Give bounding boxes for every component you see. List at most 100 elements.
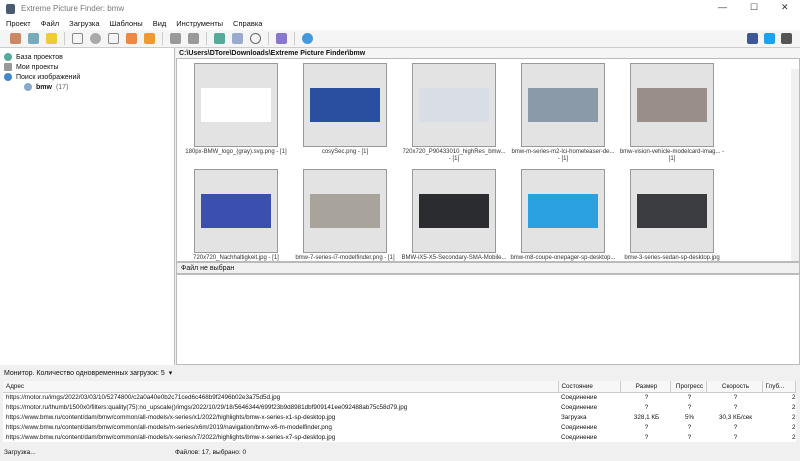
thumbnail-grid: 180px-BMW_logo_(gray).svg.png - [1]cosyS…: [176, 58, 800, 262]
record-icon[interactable]: [250, 33, 261, 44]
thumbnail-item[interactable]: 180px-BMW_logo_(gray).svg.png - [1]: [183, 63, 289, 156]
thumbnail-item[interactable]: bmw-vision-vehicle-modelcard-imag... - […: [619, 63, 725, 163]
download-icon[interactable]: [144, 33, 155, 44]
scrollbar[interactable]: [791, 69, 799, 262]
files-count: Файлов: 17, выбрано: 0: [175, 449, 246, 456]
tree-item-my-projects[interactable]: Мои проекты: [4, 62, 170, 72]
thumbnail-image: [303, 63, 387, 147]
status-bar: Загрузка... Файлов: 17, выбрано: 0: [0, 446, 800, 458]
thumbnail-item[interactable]: bmw-7-series-i7-modelfinder.png - [1]: [292, 169, 398, 262]
thumbnail-item[interactable]: cosySec.png - [1]: [292, 63, 398, 156]
download-cell: ?: [620, 402, 670, 412]
thumbnail-image: [630, 169, 714, 253]
download-cell: Загрузка: [558, 412, 620, 422]
separator: [268, 32, 269, 45]
separator: [206, 32, 207, 45]
download-cell: Соединение: [558, 392, 620, 402]
download-cell: ?: [706, 392, 762, 402]
download-cell: 328,1 КБ: [620, 412, 670, 422]
thumbnail-item[interactable]: 720x720_Nachhaltigkeit.jpg - [1]: [183, 169, 289, 262]
filter-icon[interactable]: [170, 33, 181, 44]
download-cell: Соединение: [558, 422, 620, 432]
menu-help[interactable]: Справка: [233, 19, 262, 28]
view-mode-icon[interactable]: [232, 33, 243, 44]
menu-file[interactable]: Файл: [41, 19, 59, 28]
column-speed[interactable]: Скорость: [706, 381, 762, 392]
column-progress[interactable]: Прогресс: [670, 381, 706, 392]
download-cell: 2: [762, 392, 796, 402]
download-row[interactable]: https://motor.ru/thumb/1500x0/filters:qu…: [3, 402, 796, 412]
app-logo-icon: [6, 4, 15, 14]
download-row[interactable]: https://www.bmw.ru/content/dam/bmw/commo…: [3, 412, 796, 422]
thumbnail-caption: bmw-m-series-m2-lci-hometeaser-de... - […: [510, 149, 616, 163]
thumbnail-item[interactable]: bmw-m-series-m2-lci-hometeaser-de... - […: [510, 63, 616, 163]
gallery-icon[interactable]: [276, 33, 287, 44]
comment-icon[interactable]: [46, 33, 57, 44]
menu-project[interactable]: Проект: [6, 19, 31, 28]
download-row[interactable]: https://www.bmw.ru/content/dam/bmw/commo…: [3, 432, 796, 442]
separator: [294, 32, 295, 45]
download-cell: 2: [762, 402, 796, 412]
download-cell: ?: [670, 392, 706, 402]
close-button[interactable]: ✕: [781, 2, 789, 13]
menu-templates[interactable]: Шаблоны: [110, 19, 143, 28]
column-address[interactable]: Адрес: [3, 381, 558, 392]
download-monitor-header[interactable]: Монитор. Количество одновременных загруз…: [0, 366, 800, 380]
help-icon[interactable]: [302, 33, 313, 44]
edit-project-icon[interactable]: [10, 33, 21, 44]
database-icon: [4, 53, 12, 61]
tree-item-bmw[interactable]: bmw(17): [4, 82, 170, 92]
tree-item-project-base[interactable]: База проектов: [4, 52, 170, 62]
column-status[interactable]: Состояние: [558, 381, 620, 392]
column-size[interactable]: Размер: [620, 381, 670, 392]
thumbnail-caption: bmw-3-series-sedan-sp-desktop.jpg: [619, 255, 725, 262]
share-icon[interactable]: [781, 33, 792, 44]
play-icon[interactable]: [72, 33, 83, 44]
download-cell: ?: [620, 432, 670, 442]
folder-path: C:\Users\DTore\Downloads\Extreme Picture…: [176, 48, 800, 58]
globe-icon: [4, 73, 12, 81]
thumbnail-item[interactable]: BMW-iX5-X5-Secondary-SMA-Mobile...: [401, 169, 507, 262]
thumbnail-image: [412, 63, 496, 147]
tools-icon[interactable]: [28, 33, 39, 44]
download-cell: 2: [762, 422, 796, 432]
download-cell: Соединение: [558, 432, 620, 442]
menu-download[interactable]: Загрузка: [69, 19, 99, 28]
download-cell: ?: [670, 432, 706, 442]
minimize-button[interactable]: —: [718, 2, 727, 12]
download-cell: ?: [706, 422, 762, 432]
thumbnail-caption: BMW-iX5-X5-Secondary-SMA-Mobile...: [401, 255, 507, 262]
thumbnail-image: [412, 169, 496, 253]
step-icon[interactable]: [108, 33, 119, 44]
thumbnail-item[interactable]: bmw-3-series-sedan-sp-desktop.jpg: [619, 169, 725, 262]
status-text: Загрузка...: [0, 449, 175, 456]
download-row[interactable]: https://www.bmw.ru/content/dam/bmw/commo…: [3, 422, 796, 432]
download-cell: https://motor.ru/thumb/1500x0/filters:qu…: [3, 402, 558, 412]
download-cell: ?: [706, 432, 762, 442]
search-icon: [24, 83, 32, 91]
menu-view[interactable]: Вид: [153, 19, 167, 28]
thumbnail-item[interactable]: 720x720_P90433010_highRes_bmw... - [1]: [401, 63, 507, 163]
settings-icon[interactable]: [90, 33, 101, 44]
dropdown-arrow-icon[interactable]: ▾: [169, 369, 173, 377]
column-depth[interactable]: Глуб...: [762, 381, 796, 392]
tree-item-image-search[interactable]: Поиск изображений: [4, 72, 170, 82]
title-bar: Extreme Picture Finder: bmw: [0, 0, 800, 17]
download-cell: Соединение: [558, 402, 620, 412]
twitter-icon[interactable]: [764, 33, 775, 44]
download-row[interactable]: https://motor.ru/imgs/2022/03/03/10/5274…: [3, 392, 796, 402]
download-cell: https://www.bmw.ru/content/dam/bmw/commo…: [3, 432, 558, 442]
thumbnail-item[interactable]: bmw-m8-coupe-onepager-sp-desktop...: [510, 169, 616, 262]
menu-tools[interactable]: Инструменты: [176, 19, 223, 28]
thumbnail-image: [194, 169, 278, 253]
thumbnail-caption: bmw-vision-vehicle-modelcard-imag... - […: [619, 149, 725, 163]
stop-icon[interactable]: [126, 33, 137, 44]
filter-edit-icon[interactable]: [188, 33, 199, 44]
thumbnail-caption: cosySec.png - [1]: [292, 149, 398, 156]
download-cell: 5%: [670, 412, 706, 422]
toolbar: [0, 30, 800, 48]
download-cell: https://www.bmw.ru/content/dam/bmw/commo…: [3, 422, 558, 432]
facebook-icon[interactable]: [747, 33, 758, 44]
globe-icon[interactable]: [214, 33, 225, 44]
maximize-button[interactable]: ☐: [750, 2, 758, 13]
